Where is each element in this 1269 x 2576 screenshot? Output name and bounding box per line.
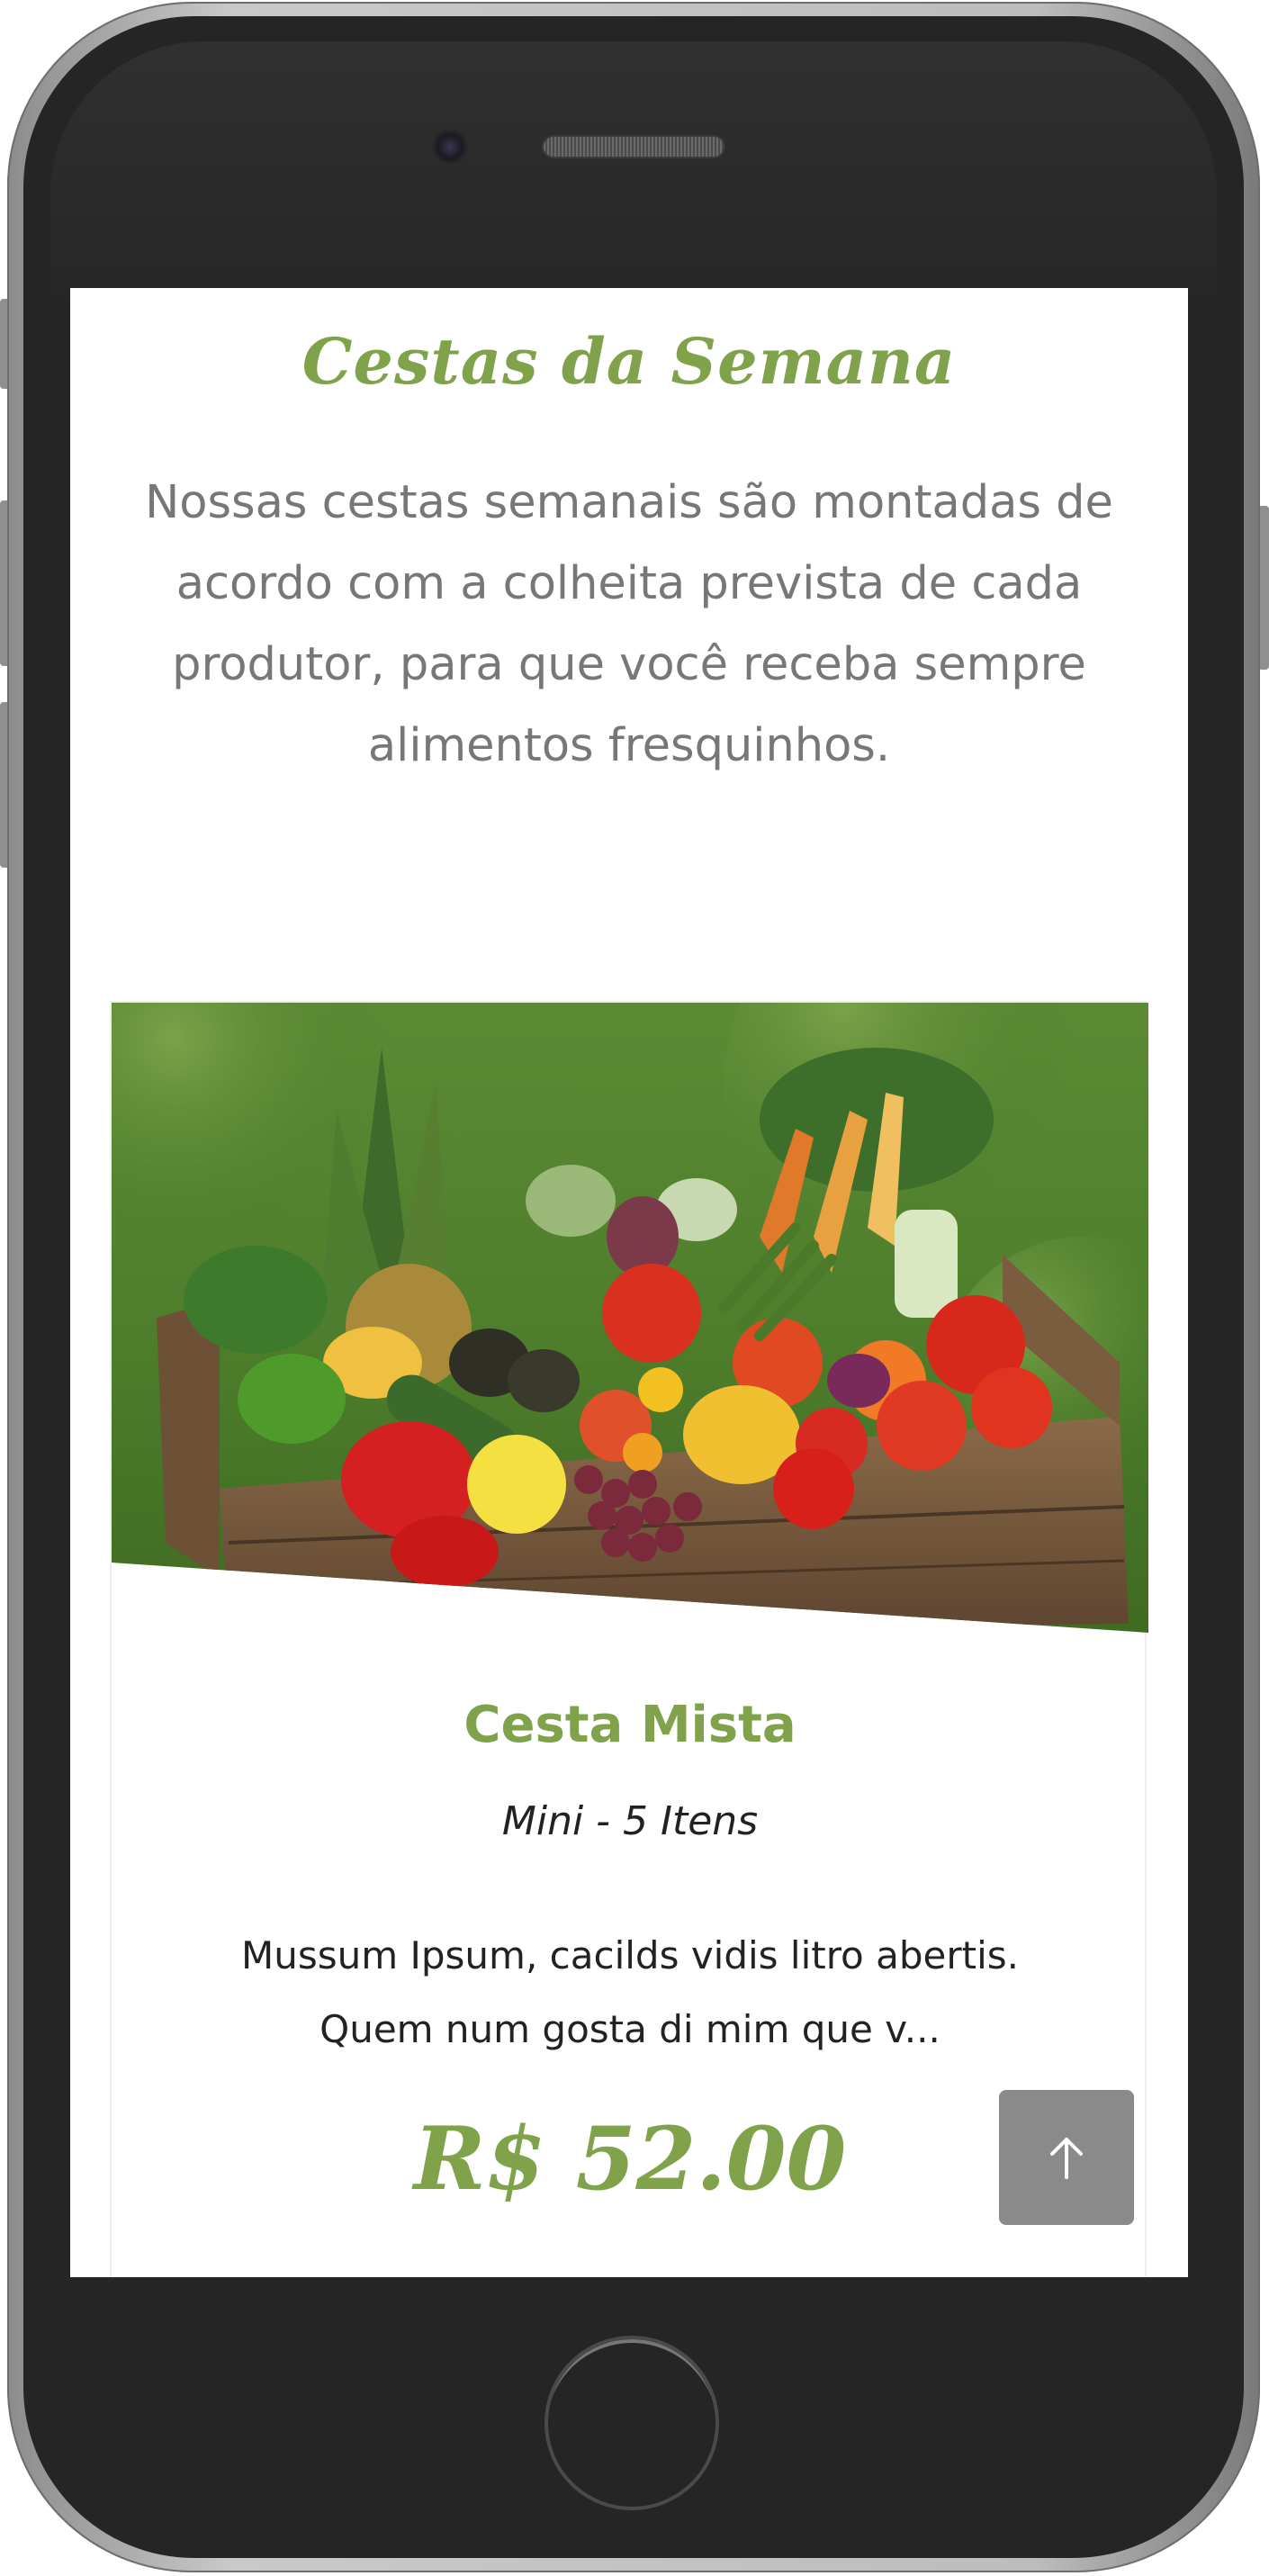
front-camera-icon [431, 128, 469, 166]
product-description: Mussum Ipsum, cacilds vidis litro aberti… [241, 1933, 1019, 2051]
device-mockup: Cestas da Semana Nossas cestas semanais … [0, 0, 1269, 2576]
product-image[interactable] [112, 1003, 1148, 1633]
phone-screen: Cestas da Semana Nossas cestas semanais … [70, 288, 1188, 2277]
product-size-label: Mini - 5 Itens [501, 1798, 759, 1844]
product-title[interactable]: Cesta Mista [112, 1696, 1148, 1754]
arrow-up-icon [1050, 2138, 1083, 2179]
product-card[interactable]: Cesta Mista Mini - 5 Itens Mussum Ipsum,… [110, 1001, 1148, 2277]
back-to-top-button[interactable] [999, 2090, 1134, 2225]
phone-top-bezel [50, 41, 1217, 302]
earpiece-speaker [544, 137, 724, 157]
section-description: Nossas cestas semanais são montadas de a… [145, 476, 1113, 772]
home-button [544, 2336, 719, 2510]
section-title: Cestas da Semana [302, 324, 957, 399]
product-price: R$ 52.00 [413, 2108, 847, 2210]
